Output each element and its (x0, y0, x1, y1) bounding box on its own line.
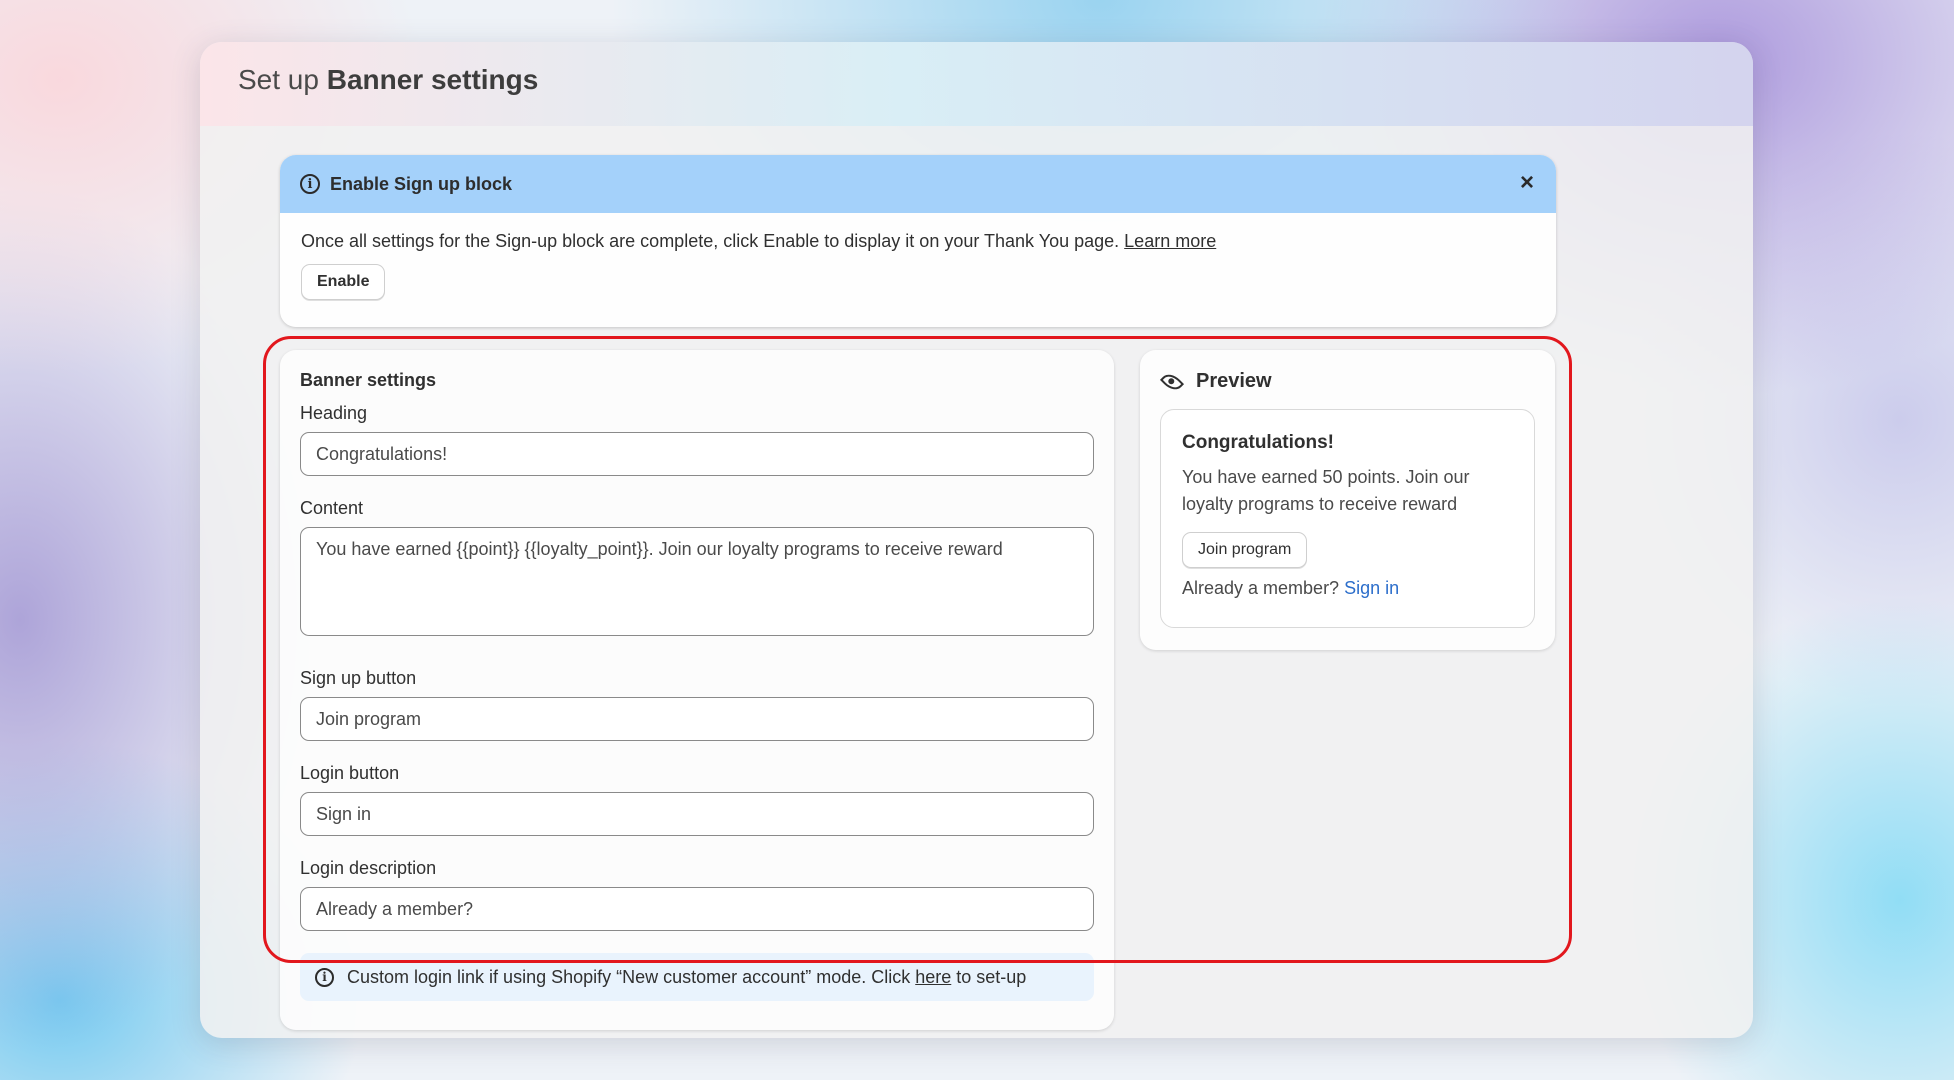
banner-settings-title: Banner settings (300, 370, 437, 390)
hint-text-before: Custom login link if using Shopify “New … (347, 966, 911, 987)
login-description-label: Login description (300, 858, 437, 878)
learn-more-link[interactable]: Learn more (1124, 231, 1216, 251)
heading-label: Heading (300, 403, 368, 423)
enable-button[interactable]: Enable (301, 264, 386, 300)
info-icon: i (315, 967, 334, 987)
custom-login-hint: i Custom login link if using Shopify “Ne… (300, 953, 1094, 1001)
sign-in-link[interactable]: Sign in (1344, 578, 1399, 598)
signup-button-label: Sign up button (300, 668, 417, 688)
eye-icon (1159, 369, 1185, 394)
preview-title: Preview (1196, 370, 1272, 392)
signup-button-input[interactable]: Join program (300, 697, 1094, 741)
notice-header: i Enable Sign up block × (280, 155, 1556, 213)
page-header: Set up Banner settings (200, 42, 1753, 126)
login-button-label: Login button (300, 763, 400, 783)
login-button-input[interactable]: Sign in (300, 792, 1094, 836)
page-title-bold: Banner settings (326, 64, 539, 95)
page-title-prefix: Set up (238, 64, 319, 95)
hint-text-after: to set-up (956, 966, 1027, 987)
notice-body: Once all settings for the Sign-up block … (280, 213, 1556, 300)
notice-title: Enable Sign up block (330, 173, 513, 194)
member-text: Already a member? (1182, 578, 1340, 598)
content-textarea[interactable]: You have earned {{point}} {{loyalty_poin… (300, 527, 1094, 636)
banner-preview-content: You have earned 50 points. Join our loya… (1182, 467, 1470, 514)
info-icon: i (300, 174, 320, 194)
page-title: Set up Banner settings (238, 64, 538, 96)
preview-header: Preview (1159, 369, 1535, 394)
join-program-button[interactable]: Join program (1182, 532, 1308, 568)
notice-message: Once all settings for the Sign-up block … (301, 231, 1120, 251)
already-member-line: Already a member? Sign in (1182, 578, 1513, 599)
notice-message-line: Once all settings for the Sign-up block … (301, 231, 1535, 252)
content-label: Content (300, 498, 364, 518)
banner-preview-heading: Congratulations! (1182, 432, 1334, 453)
login-description-input[interactable]: Already a member? (300, 887, 1094, 931)
enable-signup-notice: i Enable Sign up block × Once all settin… (280, 155, 1556, 327)
close-icon[interactable]: × (1520, 169, 1534, 197)
banner-settings-card: Banner settings Heading Congratulations!… (280, 350, 1114, 1030)
preview-card: Preview Congratulations! You have earned… (1140, 350, 1555, 650)
banner-preview: Congratulations! You have earned 50 poin… (1160, 409, 1535, 628)
hint-here-link[interactable]: here (915, 967, 951, 988)
heading-input[interactable]: Congratulations! (300, 432, 1094, 476)
app-window: Set up Banner settings i Enable Sign up … (200, 42, 1753, 1038)
